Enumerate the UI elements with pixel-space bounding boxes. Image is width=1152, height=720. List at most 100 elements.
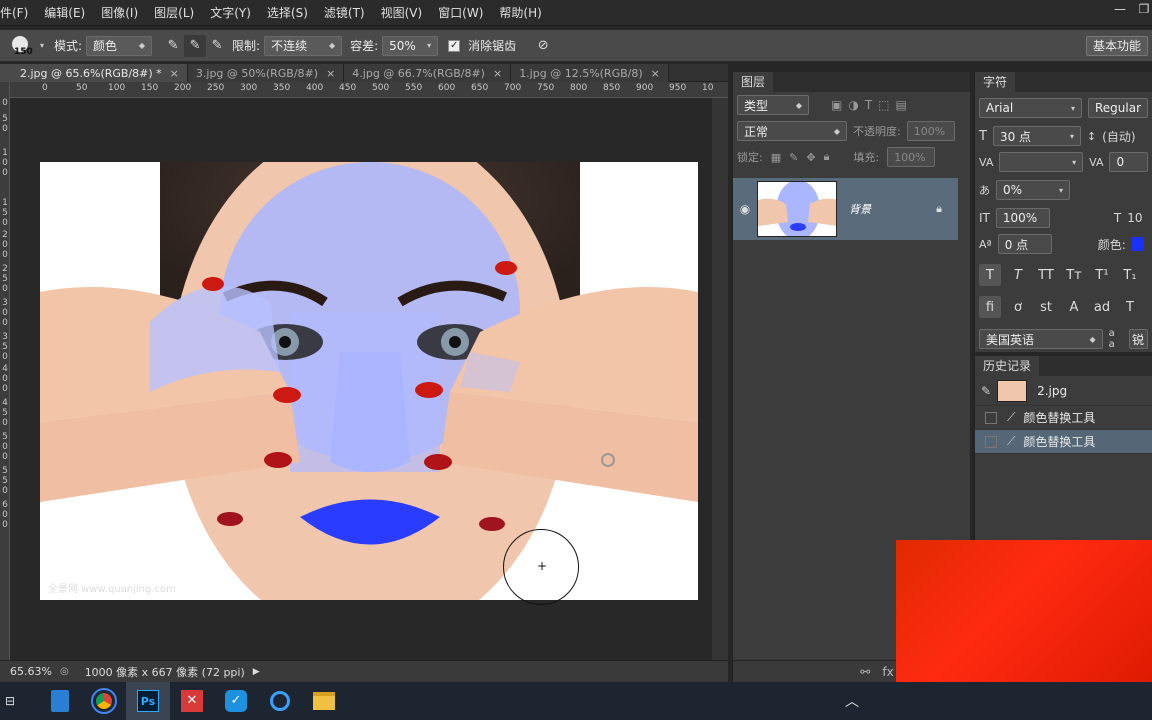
ordinals-icon[interactable]: T [1119,296,1141,318]
kerning-input[interactable]: ▾ [999,152,1084,172]
menu-type[interactable]: 文字(Y) [202,4,259,21]
font-style-select[interactable]: Regular [1088,98,1148,118]
blend-mode-select[interactable]: 正常 ◆ [737,121,847,141]
history-checkbox[interactable] [985,435,997,448]
restore-button[interactable]: ❐ [1134,2,1152,18]
antialias-method-select[interactable]: 锐 [1128,329,1148,349]
chevron-up-icon[interactable]: ︿ [830,682,874,720]
limit-label: 限制: [232,39,261,53]
swash-icon[interactable]: st [1035,296,1057,318]
font-size-input[interactable]: 30 点 ▾ [992,126,1081,146]
lock-pixels-icon[interactable]: ▦ [771,151,781,164]
menu-edit[interactable]: 编辑(E) [36,4,93,21]
document-image[interactable] [40,162,698,600]
xmind-icon[interactable]: ✕ [170,682,214,720]
tab-character[interactable]: 字符 [975,72,1016,92]
link-icon[interactable]: ⚯ [860,665,870,679]
history-snapshot[interactable]: ✎ 2.jpg [975,376,1152,406]
font-style-value: Regular [1095,101,1142,115]
proof-icon[interactable]: ◎ [60,666,69,677]
task-view-icon[interactable]: ⊟ [0,682,20,720]
lock-paint-icon[interactable]: ✎ [789,151,798,164]
faux-bold-icon[interactable]: T [979,264,1001,286]
leading-value[interactable]: (自动) [1102,128,1135,145]
zoom-level[interactable]: 65.63% [10,665,52,678]
tab-history[interactable]: 历史记录 [975,356,1040,376]
subscript-icon[interactable]: T₁ [1119,264,1141,286]
tab-layers[interactable]: 图层 [733,72,774,92]
mode-select[interactable]: 颜色 ◆ [86,35,153,56]
tracking-input[interactable]: 0 [1109,152,1148,172]
faux-italic-icon[interactable]: T [1007,264,1029,286]
menu-window[interactable]: 窗口(W) [430,4,491,21]
doc-tab-3[interactable]: 3.jpg @ 50%(RGB/8#) × [187,64,345,82]
font-family-select[interactable]: Arial ▾ [979,98,1082,118]
baseline-input[interactable]: 0 点 [997,234,1052,254]
opacity-input[interactable]: 100% [906,121,955,141]
text-filter-icon[interactable]: T [865,98,872,112]
language-select[interactable]: 美国英语 ◆ [979,329,1103,349]
layer-name[interactable]: 背景 [849,201,871,217]
minimize-button[interactable]: — [1110,2,1130,18]
photoshop-icon[interactable]: Ps [126,682,170,720]
lock-position-icon[interactable]: ✥ [806,151,815,164]
antialias-checkbox[interactable]: ✓ [448,39,461,52]
history-checkbox[interactable] [985,411,997,424]
stylistic-icon[interactable]: A [1063,296,1085,318]
close-icon[interactable]: × [326,67,335,80]
file-explorer-icon[interactable] [302,682,346,720]
layer-row-background[interactable]: ◉ 背景 🔒︎ [733,178,958,240]
doc-tab-4[interactable]: 4.jpg @ 66.7%(RGB/8#) × [344,64,512,82]
text-color-swatch[interactable] [1131,237,1144,251]
titling-icon[interactable]: ad [1091,296,1113,318]
eye-icon[interactable]: ◉ [733,202,757,216]
fx-icon[interactable]: fx [882,665,893,679]
filter-value: 类型 [744,98,769,113]
lock-all-icon[interactable]: 🔒︎ [824,150,830,164]
history-step[interactable]: ⟋ 颜色替换工具 [975,430,1152,454]
superscript-icon[interactable]: T¹ [1091,264,1113,286]
old-style-icon[interactable]: ơ [1007,296,1029,318]
tolerance-input[interactable]: 50% ▾ [382,35,439,56]
adjust-filter-icon[interactable]: ◑ [848,98,858,112]
menu-image[interactable]: 图像(I) [93,4,146,21]
tsume-input[interactable]: 0% ▾ [996,180,1070,200]
menu-layer[interactable]: 图层(L) [146,4,202,21]
small-caps-icon[interactable]: Tт [1063,264,1085,286]
play-icon[interactable]: ▶ [253,667,260,677]
blend-value: 正常 [744,124,769,139]
sample-once-icon[interactable]: ✎ [184,34,207,57]
menu-filter[interactable]: 滤镜(T) [316,4,373,21]
sample-background-icon[interactable]: ✎ [206,35,228,57]
vertical-scale-input[interactable]: 100% [995,208,1050,228]
search-app-icon[interactable] [258,682,302,720]
layer-filter-select[interactable]: 类型 ◆ [737,95,809,115]
check-app-icon[interactable]: ✓ [214,682,258,720]
smart-filter-icon[interactable]: ▤ [896,98,907,112]
ruler-tick: 0 [2,510,8,520]
calculator-icon[interactable] [38,682,82,720]
menu-file[interactable]: 件(F) [0,4,36,21]
image-filter-icon[interactable]: ▣ [831,98,842,112]
all-caps-icon[interactable]: TT [1035,264,1057,286]
menu-view[interactable]: 视图(V) [373,4,431,21]
workspace-switcher[interactable]: 基本功能 [1085,36,1148,56]
vertical-scrollbar[interactable] [712,98,728,660]
shape-filter-icon[interactable]: ⬚ [878,98,889,112]
close-icon[interactable]: × [651,67,660,80]
horizontal-scale-value[interactable]: 10 [1127,211,1142,225]
close-icon[interactable]: × [170,67,179,80]
close-icon[interactable]: × [493,67,502,80]
sample-continuous-icon[interactable]: ✎ [162,35,184,57]
doc-tab-1[interactable]: 1.jpg @ 12.5%(RGB/8) × [511,64,669,82]
fill-input[interactable]: 100% [887,147,936,167]
ligatures-icon[interactable]: fi [979,296,1001,318]
limit-select[interactable]: 不连续 ◆ [264,35,343,56]
brush-preset-picker[interactable]: 150 ▾ [4,33,46,59]
chrome-icon[interactable] [82,682,126,720]
history-step[interactable]: ⟋ 颜色替换工具 [975,406,1152,430]
menu-select[interactable]: 选择(S) [259,4,316,21]
doc-tab-2[interactable]: 2.jpg @ 65.6%(RGB/8#) * × [0,64,188,82]
pressure-icon[interactable]: ⊘ [532,35,554,57]
menu-help[interactable]: 帮助(H) [491,4,549,21]
